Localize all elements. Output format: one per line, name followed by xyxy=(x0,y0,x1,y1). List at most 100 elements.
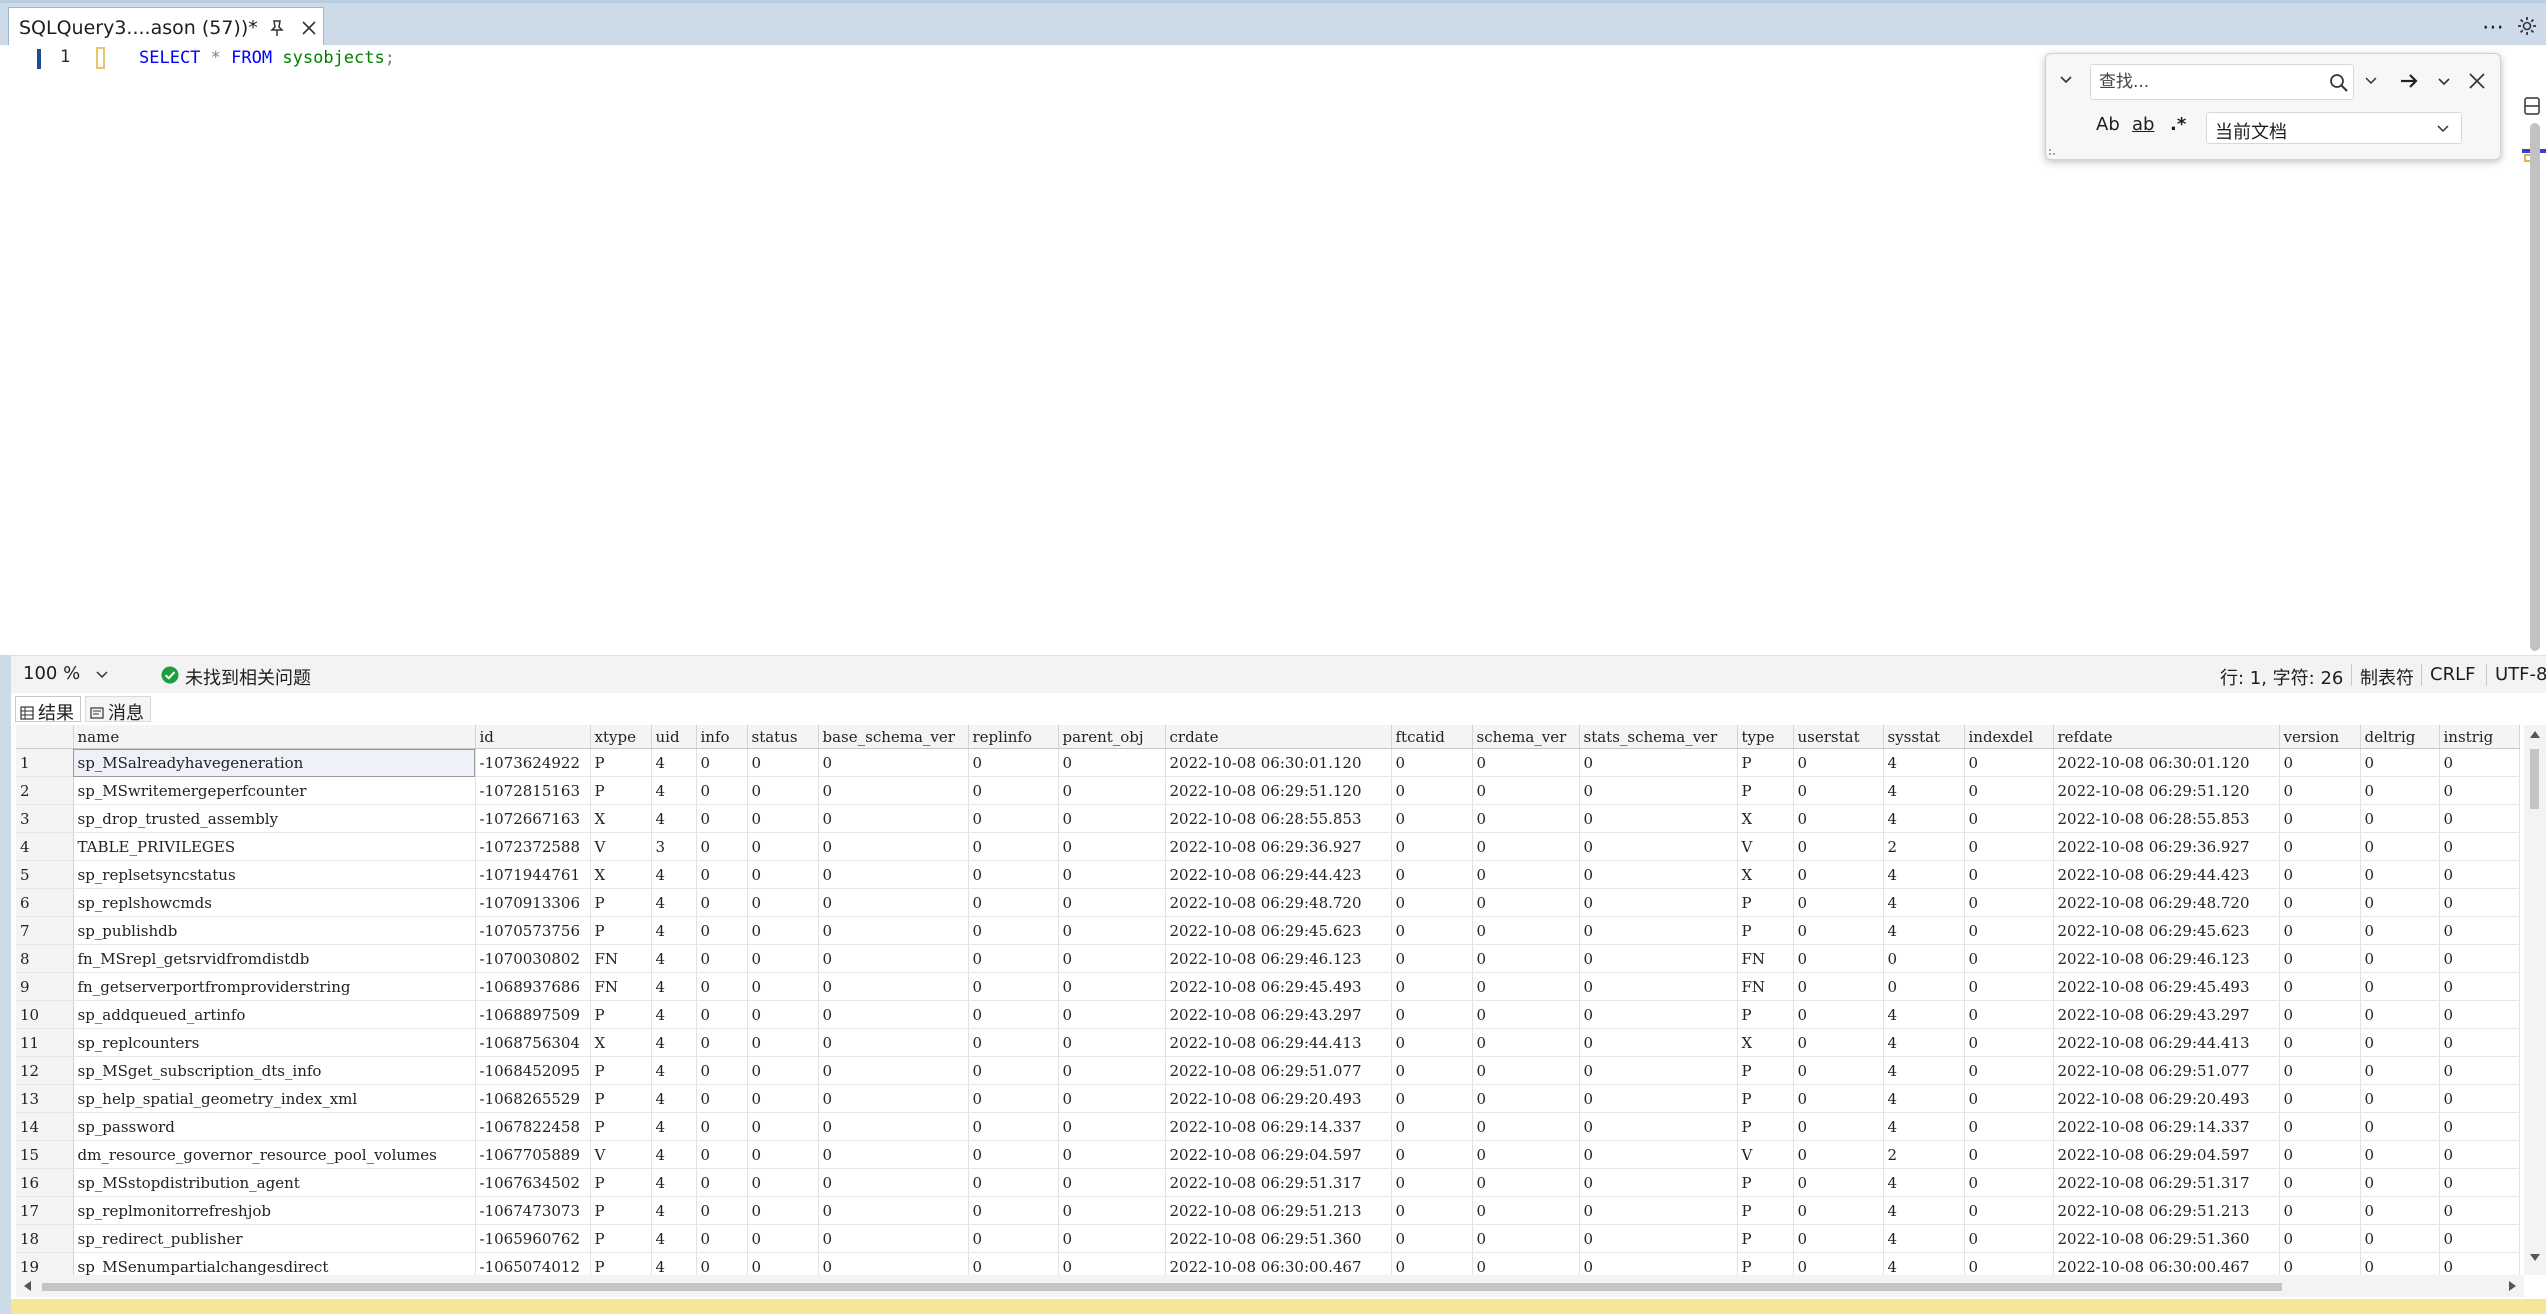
cell-type[interactable]: V xyxy=(1737,832,1794,861)
column-header-parent-obj[interactable]: parent_obj xyxy=(1058,725,1166,749)
cell-version[interactable]: 0 xyxy=(2279,1196,2361,1225)
cell-parent-obj[interactable]: 0 xyxy=(1058,1224,1166,1253)
cell-version[interactable]: 0 xyxy=(2279,1140,2361,1169)
cell-replinfo[interactable]: 0 xyxy=(968,1028,1059,1057)
cell-indexdel[interactable]: 0 xyxy=(1964,1224,2054,1253)
cell-sysstat[interactable]: 4 xyxy=(1883,1112,1965,1141)
table-row[interactable]: 10 sp_addqueued_artinfo -1068897509 P 4 0 0 0 0 0… xyxy=(16,1000,2520,1029)
code-editor[interactable]: 1 SELECT * FROM sysobjects; Ab ab .* 当前文… xyxy=(0,45,2546,655)
cell-refdate[interactable]: 2022-10-08 06:29:36.927 xyxy=(2053,832,2280,861)
cell-stats-schema-ver[interactable]: 0 xyxy=(1579,972,1738,1001)
cell-id[interactable]: -1067705889 xyxy=(475,1140,591,1169)
row-number[interactable]: 3 xyxy=(16,804,74,833)
cell-deltrig[interactable]: 0 xyxy=(2360,860,2440,889)
cell-userstat[interactable]: 0 xyxy=(1793,1224,1884,1253)
cell-base-schema-ver[interactable]: 0 xyxy=(818,1168,969,1197)
cell-status[interactable]: 0 xyxy=(747,1028,819,1057)
cell-crdate[interactable]: 2022-10-08 06:30:00.467 xyxy=(1165,1252,1392,1275)
column-header-schema-ver[interactable]: schema_ver xyxy=(1472,725,1580,749)
cell-sysstat[interactable]: 4 xyxy=(1883,888,1965,917)
cell-userstat[interactable]: 0 xyxy=(1793,748,1884,777)
cell-base-schema-ver[interactable]: 0 xyxy=(818,1140,969,1169)
table-row[interactable]: 1 sp_MSalreadyhavegeneration -1073624922 P 4… xyxy=(16,748,2520,777)
cell-indexdel[interactable]: 0 xyxy=(1964,776,2054,805)
cell-ftcatid[interactable]: 0 xyxy=(1391,972,1473,1001)
cell-ftcatid[interactable]: 0 xyxy=(1391,832,1473,861)
cell-replinfo[interactable]: 0 xyxy=(968,944,1059,973)
cell-parent-obj[interactable]: 0 xyxy=(1058,972,1166,1001)
file-encoding[interactable]: UTF-8 xyxy=(2495,664,2546,685)
cell-ftcatid[interactable]: 0 xyxy=(1391,1224,1473,1253)
cell-deltrig[interactable]: 0 xyxy=(2360,916,2440,945)
cell-sysstat[interactable]: 4 xyxy=(1883,776,1965,805)
cell-replinfo[interactable]: 0 xyxy=(968,972,1059,1001)
arrow-right-icon[interactable] xyxy=(2398,70,2420,92)
cell-sysstat[interactable]: 0 xyxy=(1883,944,1965,973)
cell-indexdel[interactable]: 0 xyxy=(1964,748,2054,777)
cell-sysstat[interactable]: 4 xyxy=(1883,1224,1965,1253)
cell-deltrig[interactable]: 0 xyxy=(2360,1028,2440,1057)
cell-refdate[interactable]: 2022-10-08 06:28:55.853 xyxy=(2053,804,2280,833)
cell-indexdel[interactable]: 0 xyxy=(1964,804,2054,833)
cell-name[interactable]: sp_publishdb xyxy=(73,916,476,945)
cell-indexdel[interactable]: 0 xyxy=(1964,1140,2054,1169)
cell-userstat[interactable]: 0 xyxy=(1793,860,1884,889)
cell-base-schema-ver[interactable]: 0 xyxy=(818,748,969,777)
cell-status[interactable]: 0 xyxy=(747,1168,819,1197)
cell-userstat[interactable]: 0 xyxy=(1793,832,1884,861)
cell-status[interactable]: 0 xyxy=(747,1140,819,1169)
cell-uid[interactable]: 4 xyxy=(651,1196,697,1225)
cell-xtype[interactable]: P xyxy=(590,1056,652,1085)
cell-refdate[interactable]: 2022-10-08 06:29:46.123 xyxy=(2053,944,2280,973)
row-number[interactable]: 2 xyxy=(16,776,74,805)
table-row[interactable]: 16 sp_MSstopdistribution_agent -1067634502… xyxy=(16,1168,2520,1197)
cell-schema-ver[interactable]: 0 xyxy=(1472,776,1580,805)
row-number[interactable]: 5 xyxy=(16,860,74,889)
cell-type[interactable]: P xyxy=(1737,1084,1794,1113)
cell-id[interactable]: -1065960762 xyxy=(475,1224,591,1253)
row-number[interactable]: 12 xyxy=(16,1056,74,1085)
cell-name[interactable]: fn_MSrepl_getsrvidfromdistdb xyxy=(73,944,476,973)
cell-crdate[interactable]: 2022-10-08 06:30:01.120 xyxy=(1165,748,1392,777)
cell-parent-obj[interactable]: 0 xyxy=(1058,832,1166,861)
cell-version[interactable]: 0 xyxy=(2279,1168,2361,1197)
cell-instrig[interactable]: 0 xyxy=(2439,1168,2520,1197)
table-row[interactable]: 19 sp_MSenumpartialchangesdirect -10650740… xyxy=(16,1252,2520,1275)
cell-id[interactable]: -1065074012 xyxy=(475,1252,591,1275)
cell-type[interactable]: V xyxy=(1737,1140,1794,1169)
issues-status[interactable]: 未找到相关问题 xyxy=(185,664,311,690)
cell-refdate[interactable]: 2022-10-08 06:30:00.467 xyxy=(2053,1252,2280,1275)
cell-userstat[interactable]: 0 xyxy=(1793,1084,1884,1113)
cell-id[interactable]: -1067634502 xyxy=(475,1168,591,1197)
indent-mode[interactable]: 制表符 xyxy=(2360,664,2414,690)
cell-xtype[interactable]: X xyxy=(590,804,652,833)
cursor-position[interactable]: 行: 1, 字符: 26 xyxy=(2220,664,2343,690)
cell-stats-schema-ver[interactable]: 0 xyxy=(1579,1084,1738,1113)
cell-id[interactable]: -1070913306 xyxy=(475,888,591,917)
cell-stats-schema-ver[interactable]: 0 xyxy=(1579,916,1738,945)
cell-parent-obj[interactable]: 0 xyxy=(1058,1028,1166,1057)
cell-parent-obj[interactable]: 0 xyxy=(1058,748,1166,777)
cell-instrig[interactable]: 0 xyxy=(2439,776,2520,805)
scroll-left-icon[interactable] xyxy=(22,1280,32,1292)
cell-crdate[interactable]: 2022-10-08 06:29:44.413 xyxy=(1165,1028,1392,1057)
cell-info[interactable]: 0 xyxy=(696,1112,748,1141)
cell-version[interactable]: 0 xyxy=(2279,1028,2361,1057)
chevron-down-icon[interactable] xyxy=(2058,72,2074,88)
tab-results[interactable]: 结果 xyxy=(15,696,81,724)
chevron-down-icon[interactable] xyxy=(2364,74,2378,88)
scrollbar-thumb[interactable] xyxy=(2530,749,2539,809)
cell-name[interactable]: sp_replcounters xyxy=(73,1028,476,1057)
cell-name[interactable]: sp_addqueued_artinfo xyxy=(73,1000,476,1029)
find-input[interactable] xyxy=(2090,64,2354,100)
cell-schema-ver[interactable]: 0 xyxy=(1472,1000,1580,1029)
cell-refdate[interactable]: 2022-10-08 06:29:44.413 xyxy=(2053,1028,2280,1057)
cell-name[interactable]: sp_MSwritemergeperfcounter xyxy=(73,776,476,805)
cell-crdate[interactable]: 2022-10-08 06:29:20.493 xyxy=(1165,1084,1392,1113)
cell-info[interactable]: 0 xyxy=(696,972,748,1001)
cell-uid[interactable]: 4 xyxy=(651,1112,697,1141)
cell-status[interactable]: 0 xyxy=(747,888,819,917)
cell-id[interactable]: -1070573756 xyxy=(475,916,591,945)
cell-stats-schema-ver[interactable]: 0 xyxy=(1579,1168,1738,1197)
pin-icon[interactable] xyxy=(267,18,287,38)
